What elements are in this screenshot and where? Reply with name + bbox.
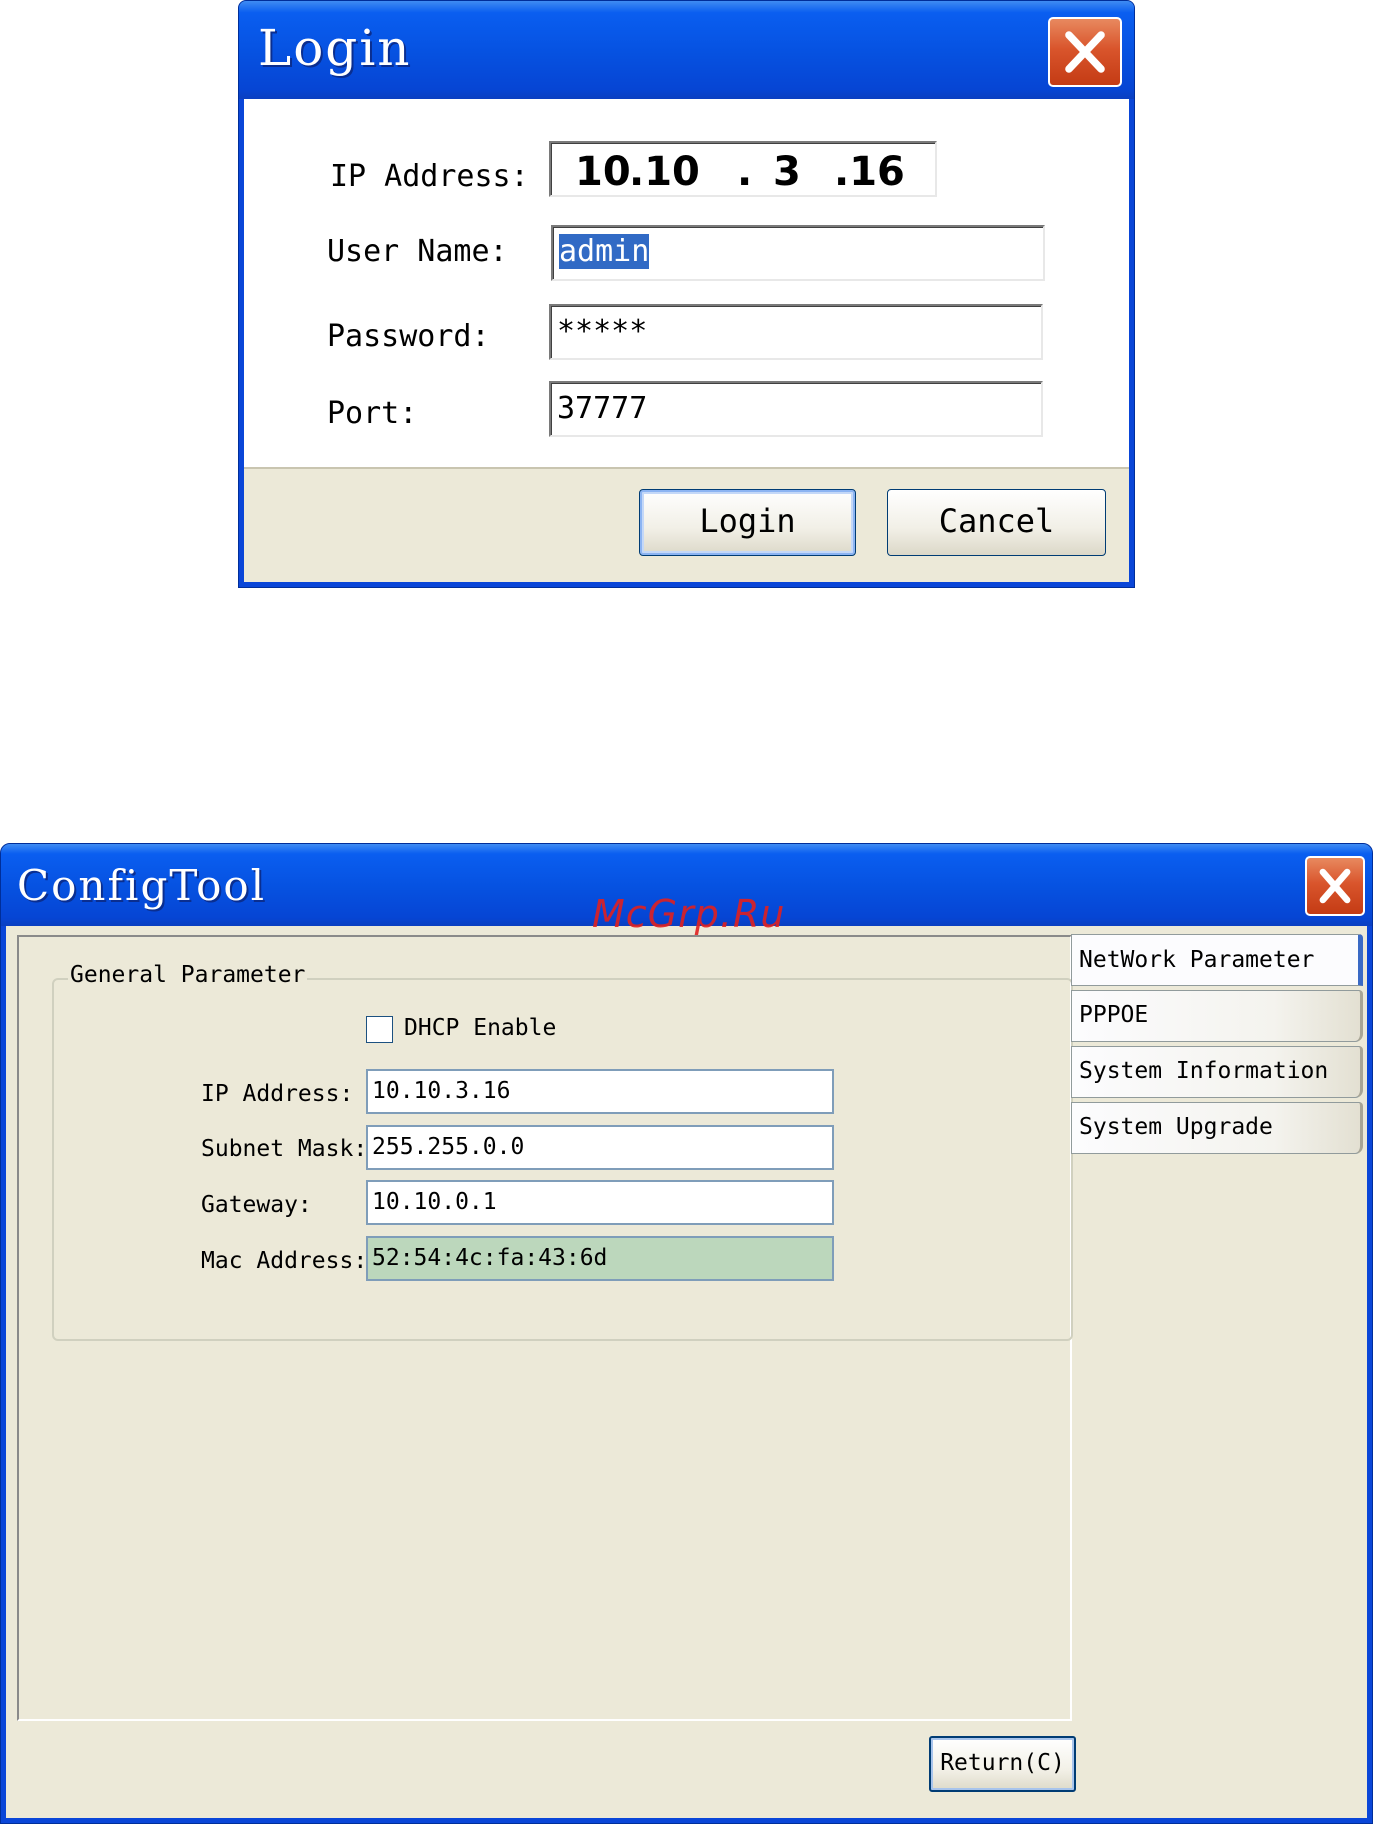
ip-address-input[interactable]: 10 .10 . 3 .16 bbox=[549, 141, 937, 197]
dhcp-enable-label: DHCP Enable bbox=[404, 1015, 557, 1041]
subnet-mask-label: Subnet Mask: bbox=[201, 1136, 368, 1162]
cancel-button[interactable]: Cancel bbox=[887, 489, 1106, 556]
login-close-button[interactable] bbox=[1048, 17, 1122, 87]
configtool-close-button[interactable] bbox=[1305, 856, 1365, 916]
login-dialog: Login IP Address: 10 .10 . 3 .16 User Na… bbox=[238, 0, 1135, 588]
ip-dot-3: . bbox=[737, 149, 753, 195]
login-client-area: IP Address: 10 .10 . 3 .16 User Name: ad… bbox=[244, 99, 1129, 582]
general-parameter-group: General Parameter DHCP Enable IP Address… bbox=[52, 962, 1073, 1341]
user-name-input[interactable]: admin bbox=[551, 225, 1045, 281]
ip-address-label: IP Address: bbox=[201, 1081, 354, 1107]
port-input[interactable]: 37777 bbox=[549, 381, 1043, 437]
network-parameter-panel: General Parameter DHCP Enable IP Address… bbox=[17, 935, 1073, 1721]
user-name-value: admin bbox=[559, 234, 650, 269]
port-value: 37777 bbox=[557, 391, 648, 426]
tab-label: NetWork Parameter bbox=[1079, 947, 1315, 973]
subnet-mask-value: 255.255.0.0 bbox=[372, 1134, 525, 1160]
login-titlebar[interactable]: Login bbox=[239, 1, 1134, 99]
port-label: Port: bbox=[327, 396, 418, 431]
watermark-text: McGrp.Ru bbox=[592, 892, 786, 936]
configtool-title: ConfigTool bbox=[17, 861, 267, 910]
password-input[interactable]: ***** bbox=[549, 304, 1043, 360]
configtool-window: ConfigTool General Parameter DHCP Enable… bbox=[0, 843, 1373, 1824]
ip-octet-1: 10 bbox=[575, 149, 631, 195]
return-button[interactable]: Return(C) bbox=[929, 1736, 1076, 1792]
ip-address-input[interactable]: 10.10.3.16 bbox=[366, 1069, 834, 1114]
mac-address-field: 52:54:4c:fa:43:6d bbox=[366, 1236, 834, 1281]
gateway-label: Gateway: bbox=[201, 1192, 312, 1218]
close-x-icon bbox=[1319, 868, 1351, 904]
password-value: ***** bbox=[557, 314, 648, 349]
tab-pppoe[interactable]: PPPOE bbox=[1071, 990, 1363, 1042]
tab-label: System Information bbox=[1079, 1058, 1329, 1084]
close-x-icon bbox=[1065, 31, 1105, 73]
login-button[interactable]: Login bbox=[639, 489, 856, 556]
configtool-client-area: General Parameter DHCP Enable IP Address… bbox=[6, 926, 1367, 1818]
mac-address-value: 52:54:4c:fa:43:6d bbox=[372, 1245, 608, 1271]
tab-label: PPPOE bbox=[1079, 1002, 1149, 1028]
gateway-input[interactable]: 10.10.0.1 bbox=[366, 1180, 834, 1225]
group-title: General Parameter bbox=[68, 962, 308, 988]
dhcp-enable-checkbox[interactable] bbox=[366, 1016, 393, 1043]
login-title: Login bbox=[258, 19, 412, 77]
gateway-value: 10.10.0.1 bbox=[372, 1189, 497, 1215]
tab-label: System Upgrade bbox=[1079, 1114, 1273, 1140]
ip-octet-4: .16 bbox=[834, 149, 905, 195]
login-button-bar: Login Cancel bbox=[244, 467, 1129, 582]
ip-address-label: IP Address: bbox=[330, 159, 529, 194]
mac-address-label: Mac Address: bbox=[201, 1248, 368, 1274]
tab-system-upgrade[interactable]: System Upgrade bbox=[1071, 1102, 1363, 1154]
tab-network-parameter[interactable]: NetWork Parameter bbox=[1071, 934, 1363, 986]
ip-address-value: 10.10.3.16 bbox=[372, 1078, 511, 1104]
tab-system-information[interactable]: System Information bbox=[1071, 1046, 1363, 1098]
ip-octet-3: 3 bbox=[773, 149, 801, 195]
ip-octet-2: .10 bbox=[629, 149, 700, 195]
password-label: Password: bbox=[327, 319, 490, 354]
user-name-label: User Name: bbox=[327, 234, 508, 269]
subnet-mask-input[interactable]: 255.255.0.0 bbox=[366, 1125, 834, 1170]
